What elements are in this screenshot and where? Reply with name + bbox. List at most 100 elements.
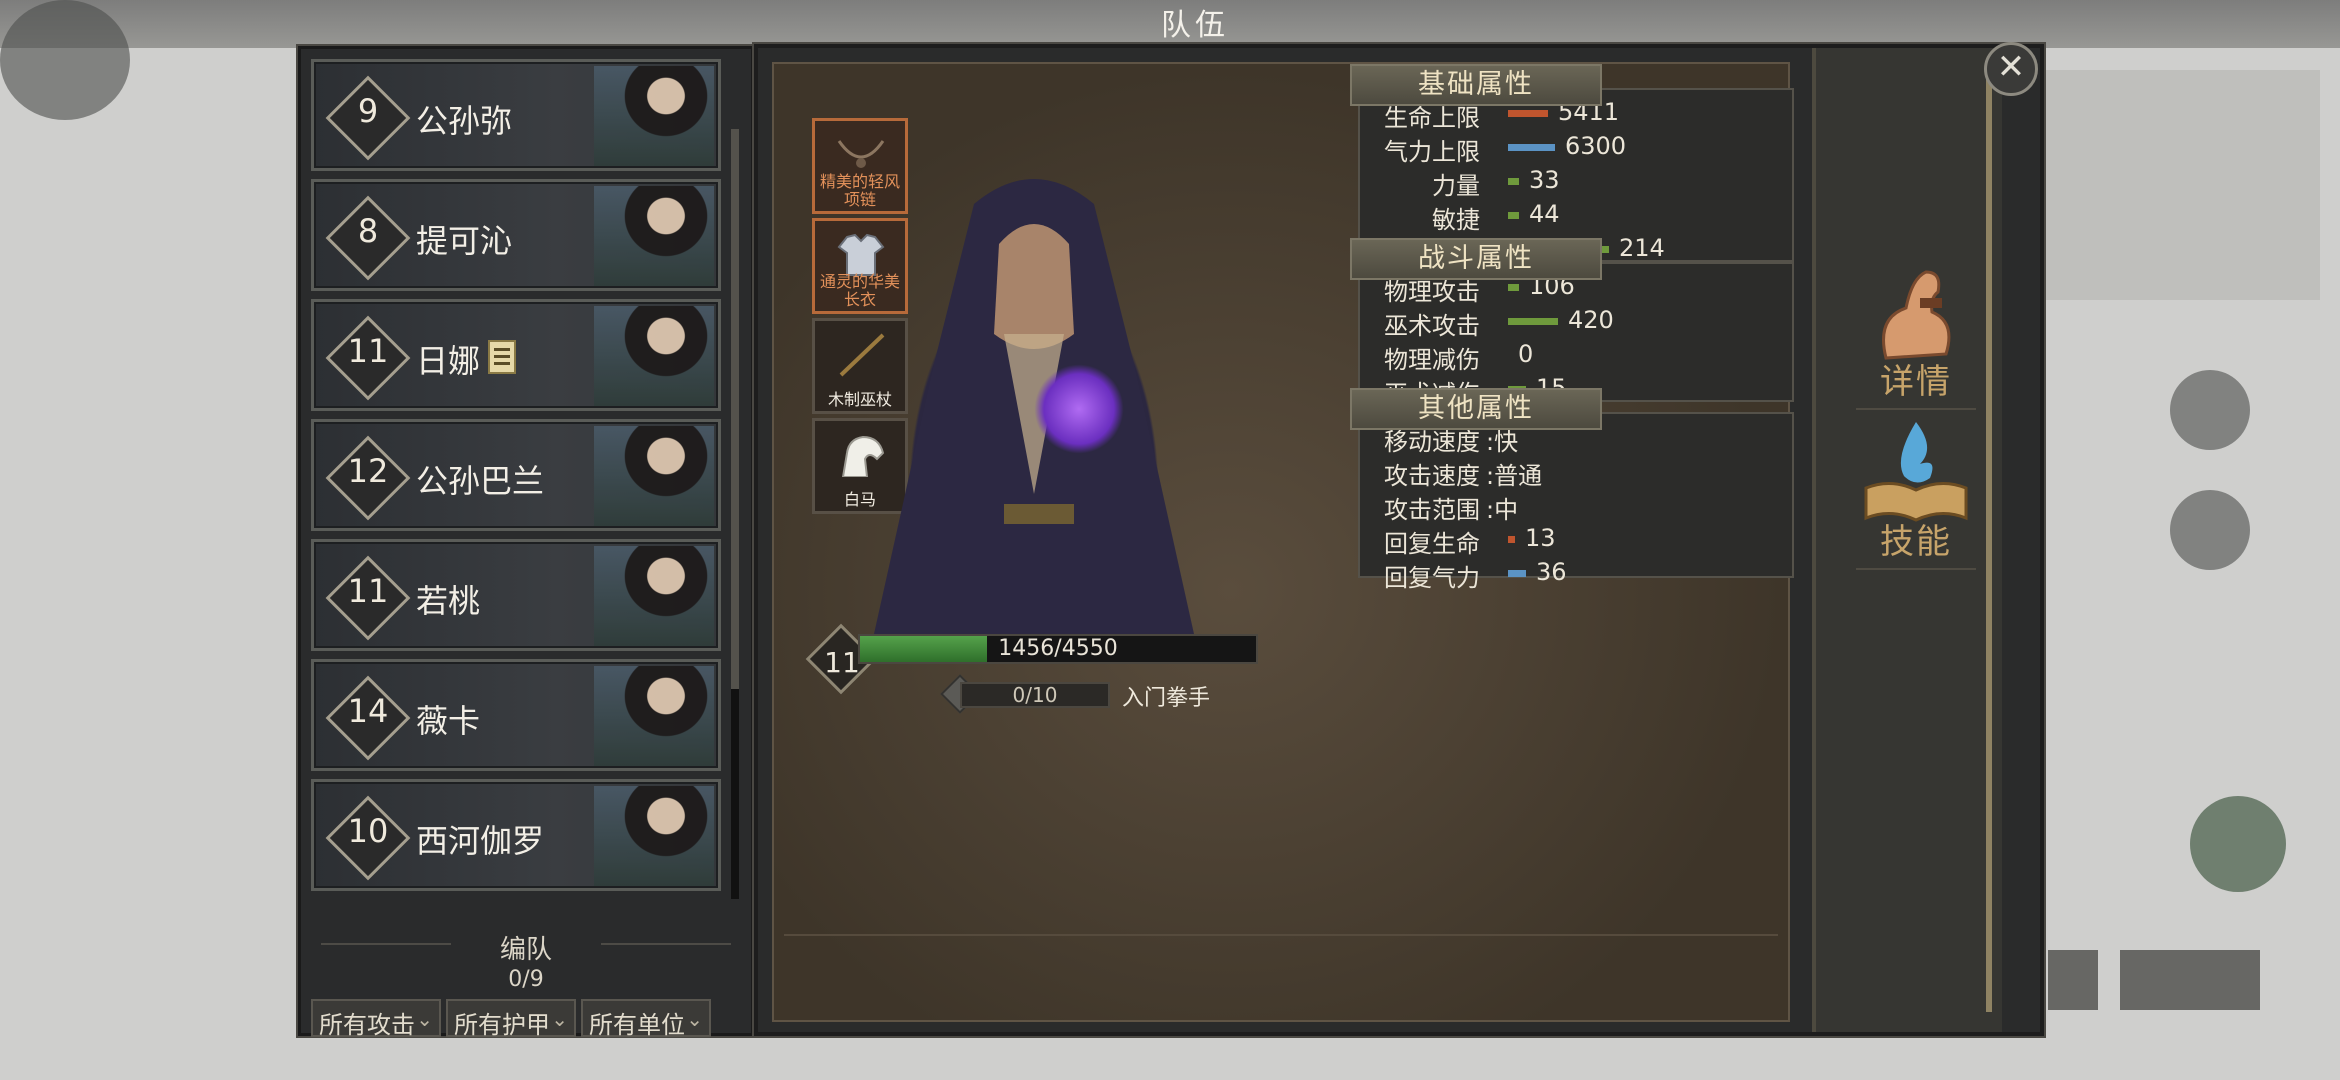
hero-name: 公孙巴兰 <box>416 462 545 500</box>
skill-progress-bar: 0/10 <box>960 682 1110 708</box>
attribute-bar <box>1508 570 1526 577</box>
other-attributes: 移动速度:快 攻击速度:普通 攻击范围:中 回复生命 13 回复气力 36 其他属性 <box>1350 388 1794 592</box>
attribute-value: 13 <box>1525 524 1556 552</box>
scrollbar-thumb[interactable] <box>731 129 739 689</box>
hero-level: 12 <box>347 452 389 490</box>
hero-level: 10 <box>347 812 389 850</box>
attribute-value: :中 <box>1486 496 1519 524</box>
chevron-down-icon: ⌄ <box>551 1007 568 1031</box>
hero-level: 9 <box>357 92 379 130</box>
attribute-row: 气力上限 6300 <box>1360 132 1780 166</box>
attack-filter-dropdown[interactable]: 所有攻击 ⌄ <box>311 999 441 1039</box>
xp-text: 1456/4550 <box>998 636 1118 661</box>
tab-details[interactable]: 详情 <box>1846 258 1986 418</box>
attribute-value: 36 <box>1536 558 1567 586</box>
attribute-bar <box>1508 178 1519 185</box>
chevron-down-icon: ⌄ <box>416 1007 433 1031</box>
tab-skills[interactable]: 技能 <box>1846 418 1986 578</box>
hero-list-item[interactable]: 11 日娜 <box>311 299 721 411</box>
formation-section: 编队 0/9 所有攻击 ⌄ 所有护甲 ⌄ 所有单位 ⌄ <box>301 909 751 1039</box>
hero-level: 11 <box>347 572 389 610</box>
combat-attributes: 物理攻击106巫术攻击420物理减伤0巫术减伤15巫术资质:大师 战斗属性 <box>1350 238 1794 442</box>
attribute-box: 移动速度:快 攻击速度:普通 攻击范围:中 回复生命 13 回复气力 36 <box>1358 412 1794 592</box>
filter-label: 所有攻击 <box>319 1011 415 1039</box>
filter-label: 所有护甲 <box>454 1011 550 1039</box>
attribute-row: 攻击范围:中 <box>1360 490 1780 524</box>
hero-portrait <box>594 786 714 886</box>
formation-label: 编队 <box>499 935 552 965</box>
attribute-bar <box>1508 536 1515 543</box>
section-header: 其他属性 <box>1350 388 1602 430</box>
close-button[interactable]: ✕ <box>1984 42 2038 96</box>
hero-list-panel: 9 公孙弥 8 提可沁 11 日娜 12 公孙巴兰 11 若桃 14 薇卡 10 西河伽罗 编队 0/9 … <box>298 46 754 1039</box>
attribute-label: 气力上限 <box>1384 138 1480 166</box>
divider <box>1856 408 1976 410</box>
background-button <box>2120 950 2260 1010</box>
hero-list[interactable]: 9 公孙弥 8 提可沁 11 日娜 12 公孙巴兰 11 若桃 14 薇卡 10 西河伽罗 <box>311 59 727 899</box>
hero-list-item[interactable]: 10 西河伽罗 <box>311 779 721 891</box>
attribute-value: :普通 <box>1486 462 1543 490</box>
hero-list-item[interactable]: 12 公孙巴兰 <box>311 419 721 531</box>
attribute-row: 力量 33 <box>1360 166 1780 200</box>
attribute-label: 物理减伤 <box>1384 346 1480 374</box>
hero-list-item[interactable]: 8 提可沁 <box>311 179 721 291</box>
attribute-value: 33 <box>1529 166 1560 194</box>
note-icon[interactable] <box>488 340 516 374</box>
attribute-bar <box>1508 318 1558 325</box>
attribute-label: 回复生命 <box>1384 530 1480 558</box>
attribute-bar <box>1508 144 1555 151</box>
hero-portrait <box>594 186 714 286</box>
divider <box>784 934 1778 936</box>
skill-rank-label: 入门拳手 <box>1122 686 1211 711</box>
attribute-row: 攻击速度:普通 <box>1360 456 1780 490</box>
attribute-row: 巫术攻击 420 <box>1360 306 1780 340</box>
background-button <box>2170 370 2250 450</box>
hero-level: 11 <box>347 332 389 370</box>
hero-portrait <box>594 66 714 166</box>
skill-progress-text: 0/10 <box>1012 683 1058 707</box>
close-icon: ✕ <box>1996 47 2026 87</box>
background-button <box>2190 796 2286 892</box>
attribute-label: 力量 <box>1432 172 1480 200</box>
attribute-label: 回复气力 <box>1384 564 1480 592</box>
hero-name: 公孙弥 <box>416 102 513 140</box>
window-title: 队伍 <box>1161 8 1229 43</box>
attribute-bar <box>1508 212 1519 219</box>
hero-list-item[interactable]: 11 若桃 <box>311 539 721 651</box>
filter-label: 所有单位 <box>589 1011 685 1039</box>
hero-list-scrollbar[interactable] <box>731 129 739 899</box>
xp-bar: 1456/4550 <box>858 634 1258 664</box>
attribute-value: 420 <box>1568 306 1614 334</box>
armor-filter-dropdown[interactable]: 所有护甲 ⌄ <box>446 999 576 1039</box>
hero-name: 日娜 <box>416 342 481 380</box>
section-header: 基础属性 <box>1350 64 1602 106</box>
tab-sidebar: 详情 技能 <box>1812 48 2002 1032</box>
attribute-row: 回复生命 13 <box>1360 524 1780 558</box>
hero-name: 西河伽罗 <box>416 822 545 860</box>
chevron-down-icon: ⌄ <box>686 1007 703 1031</box>
tab-label: 技能 <box>1880 522 1952 562</box>
hero-name: 薇卡 <box>416 702 481 740</box>
attribute-row: 回复气力 36 <box>1360 558 1780 592</box>
attribute-label: 巫术攻击 <box>1384 312 1480 340</box>
hero-list-item[interactable]: 9 公孙弥 <box>311 59 721 171</box>
basic-attributes: 生命上限5411气力上限6300力量33敏捷44精神214耐力44 基础属性 <box>1350 64 1794 302</box>
hero-name: 若桃 <box>416 582 481 620</box>
attribute-value: 6300 <box>1565 132 1627 160</box>
hero-name: 提可沁 <box>416 222 513 260</box>
magic-flame-icon <box>1034 364 1124 454</box>
attribute-label: 攻击范围 <box>1384 496 1480 524</box>
unit-filter-dropdown[interactable]: 所有单位 ⌄ <box>581 999 711 1039</box>
attribute-value: 44 <box>1529 200 1560 228</box>
attribute-bar <box>1508 284 1519 291</box>
character-view: 精美的轻风项链 通灵的华美长衣 木制巫杖 白马 <box>772 62 1794 1022</box>
attribute-bar <box>1508 110 1548 117</box>
attribute-value: 0 <box>1518 340 1534 368</box>
attribute-row: 敏捷 44 <box>1360 200 1780 234</box>
background-button <box>2048 950 2098 1010</box>
hero-portrait <box>594 306 714 406</box>
character-detail-panel: 精美的轻风项链 通灵的华美长衣 木制巫杖 白马 <box>754 42 2044 1036</box>
hero-level: 8 <box>357 212 379 250</box>
divider <box>1856 568 1976 570</box>
hero-list-item[interactable]: 14 薇卡 <box>311 659 721 771</box>
